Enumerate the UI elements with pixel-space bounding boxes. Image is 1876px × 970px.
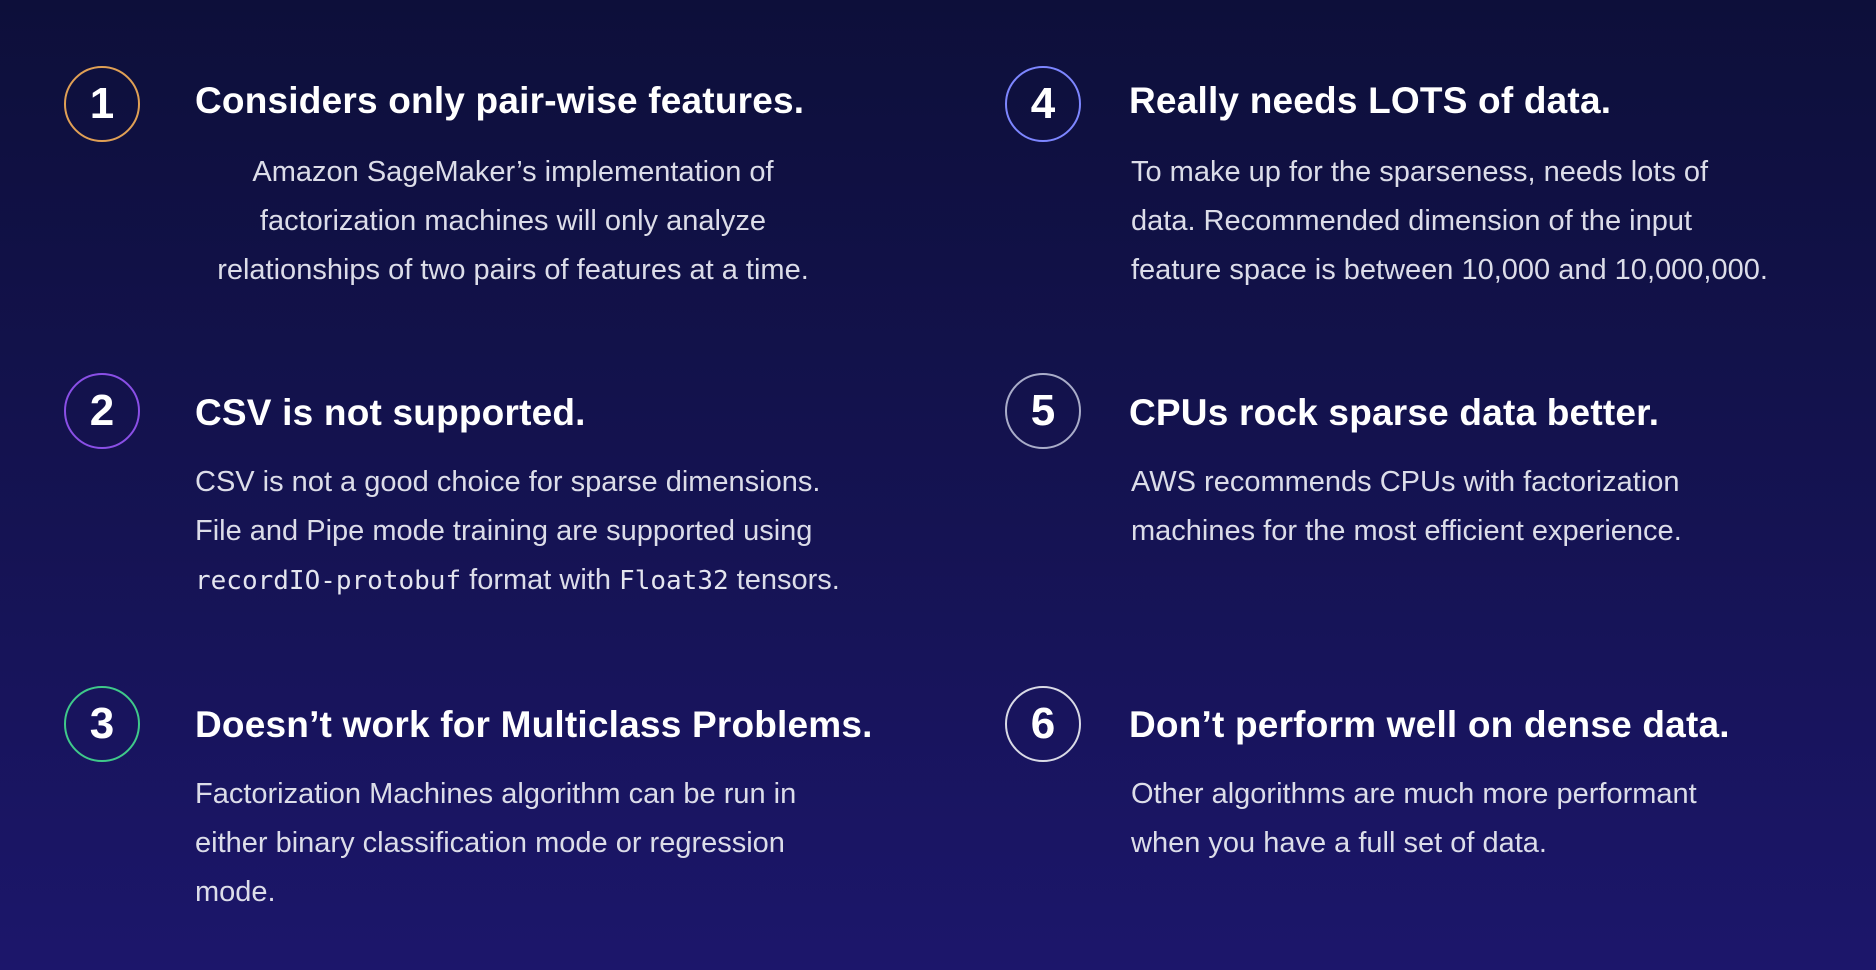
item-4-body: To make up for the sparseness, needs lot…: [1131, 156, 1768, 286]
item-1-body: Amazon SageMaker’s implementation of fac…: [217, 156, 809, 286]
item-1-heading: Considers only pair-wise features.: [195, 80, 805, 121]
number-badge-5: 5: [1005, 373, 1081, 449]
item-2-body-text-3: tensors.: [728, 564, 840, 596]
item-3-heading: Doesn’t work for Multiclass Problems.: [195, 704, 873, 745]
item-5-body: AWS recommends CPUs with factorization m…: [1131, 466, 1682, 547]
item-3-body: Factorization Machines algorithm can be …: [195, 778, 797, 908]
item-2-body-text-2: format with: [461, 564, 620, 596]
item-6-heading: Don’t perform well on dense data.: [1129, 704, 1730, 745]
item-4-heading: Really needs LOTS of data.: [1129, 80, 1612, 121]
number-badge-6: 6: [1005, 686, 1081, 762]
item-2-body-text-1: CSV is not a good choice for sparse dime…: [195, 466, 821, 547]
item-5-heading: CPUs rock sparse data better.: [1129, 392, 1660, 433]
item-2-body: CSV is not a good choice for sparse dime…: [195, 458, 875, 606]
item-2-body-code-recordio: recordIO-protobuf: [195, 566, 462, 596]
number-badge-4: 4: [1005, 66, 1081, 142]
number-badge-1: 1: [64, 66, 140, 142]
number-badge-2: 2: [64, 373, 140, 449]
item-2-heading: CSV is not supported.: [195, 392, 586, 433]
item-6-body: Other algorithms are much more performan…: [1131, 778, 1697, 859]
number-badge-3: 3: [64, 686, 140, 762]
item-2-body-code-float32: Float32: [619, 566, 729, 596]
